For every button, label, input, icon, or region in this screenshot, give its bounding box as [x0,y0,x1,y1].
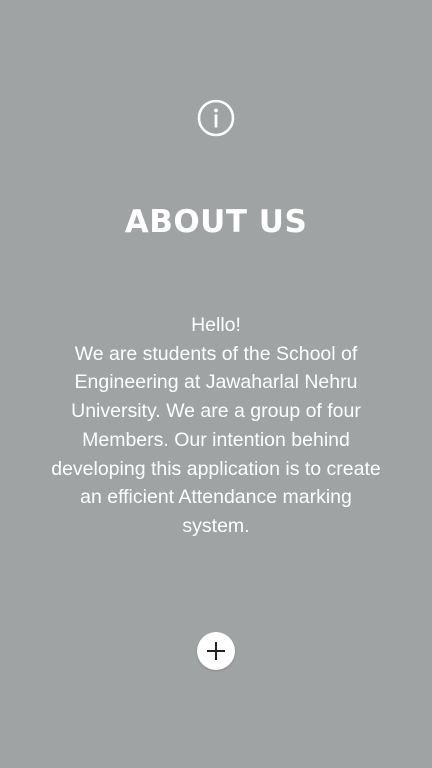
description-text: We are students of the School of Enginee… [51,342,381,537]
about-text: Hello! We are students of the School of … [50,311,382,541]
info-icon [197,99,235,137]
greeting-text: Hello! [191,314,241,336]
plus-icon [207,642,225,660]
page-title: ABOUT US [124,204,308,240]
add-button[interactable] [197,632,235,670]
